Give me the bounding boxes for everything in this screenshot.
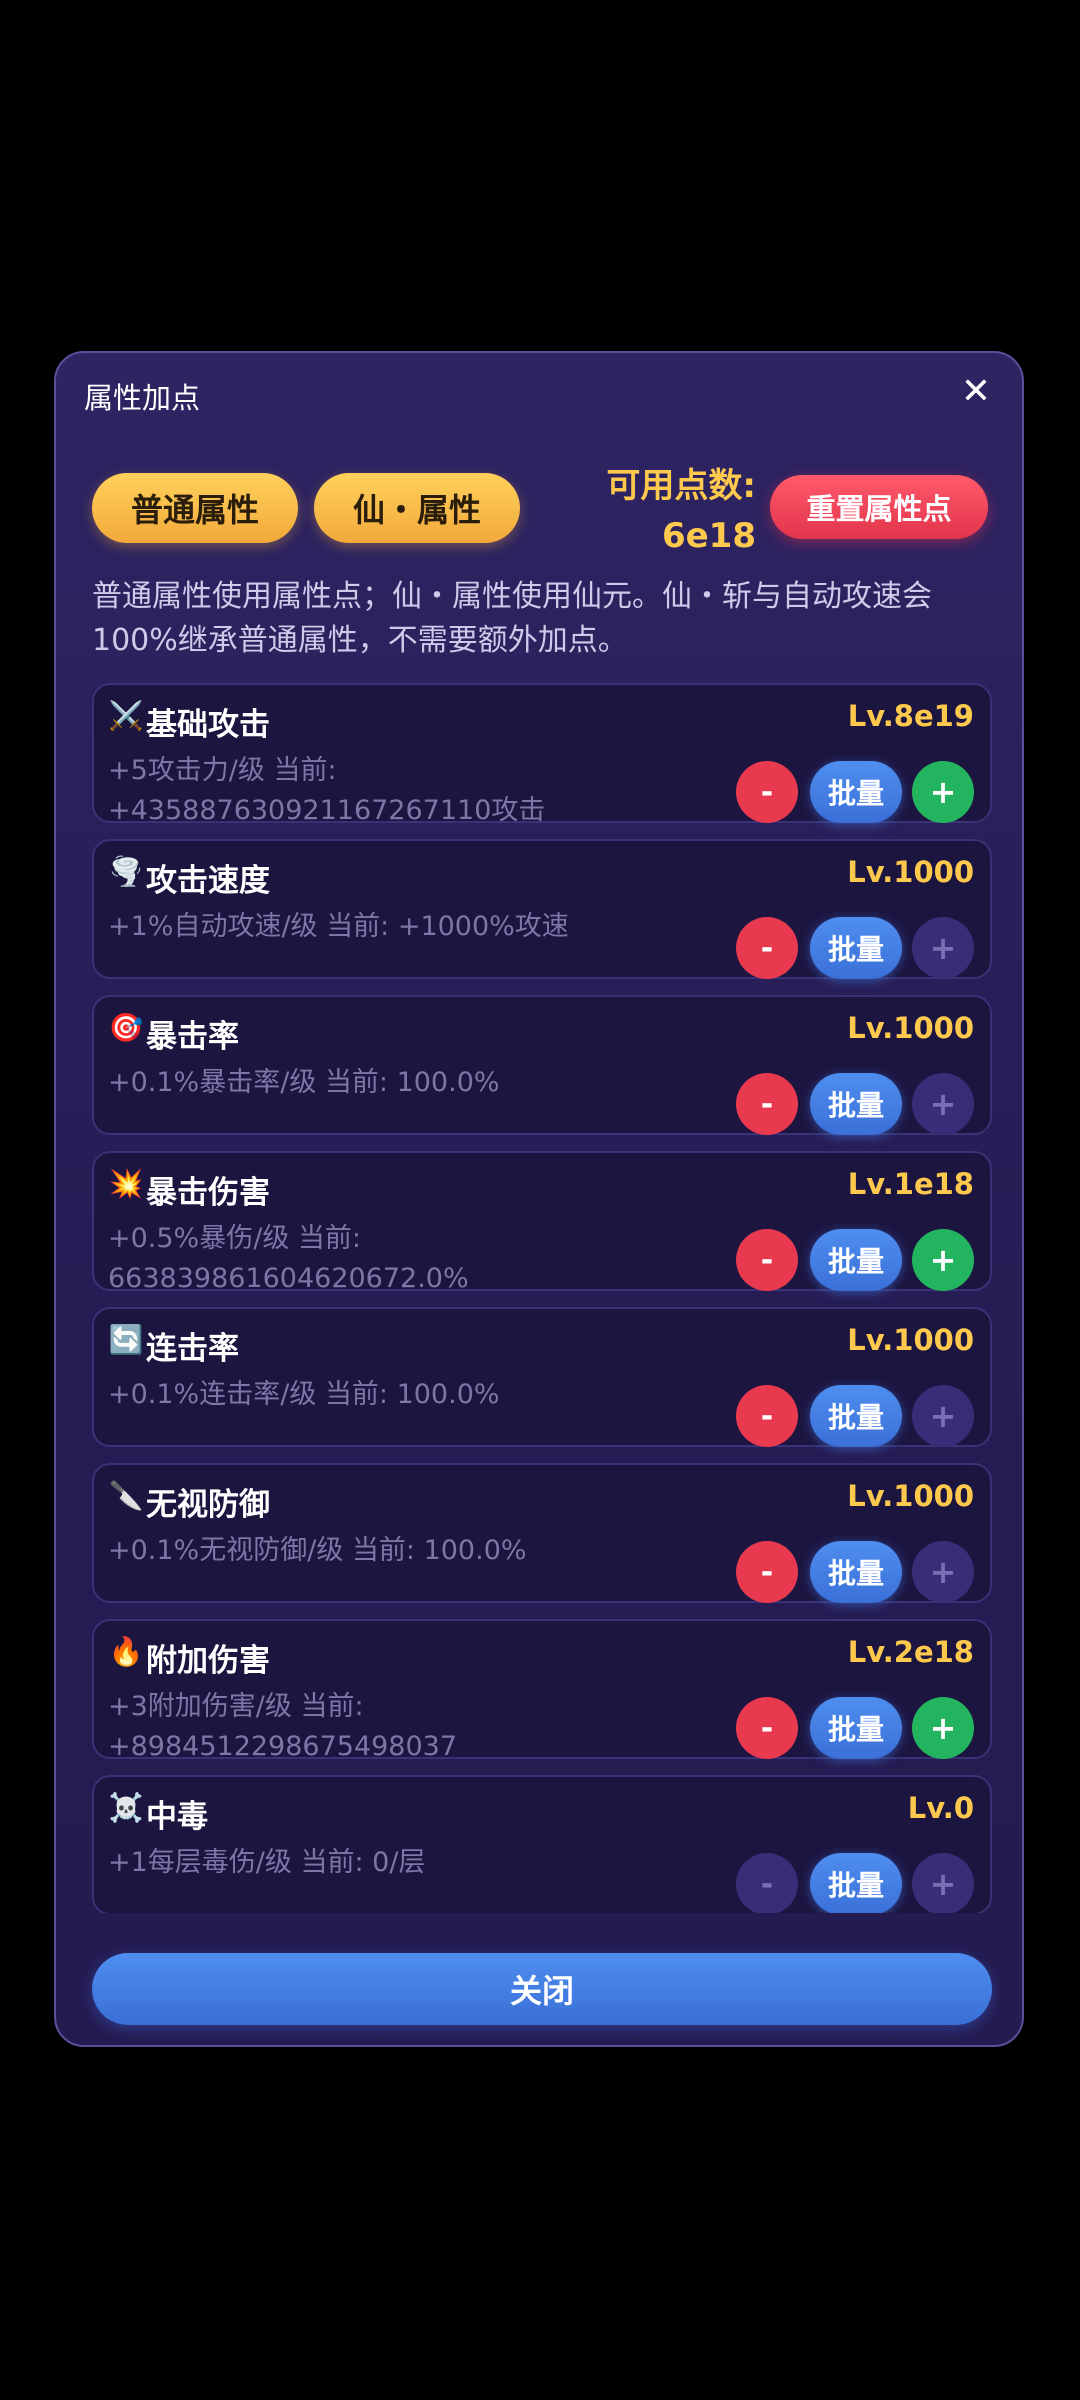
attribute-list[interactable]: ⚔️ 基础攻击 Lv.8e19 +5攻击力/级 当前: +43588763092116…: [92, 683, 992, 1913]
attribute-card: 🔥 附加伤害 Lv.2e18 +3附加伤害/级 当前: +89845122986754…: [92, 1619, 992, 1762]
attribute-info: +0.5%暴伤/级 当前: 663839861604620672.0%: [108, 1223, 469, 1294]
attribute-level: Lv.0: [907, 1791, 974, 1825]
attribute-name: 连击率: [146, 1331, 239, 1367]
batch-button[interactable]: 批量: [810, 1229, 902, 1291]
refresh-icon: 🔄: [108, 1323, 144, 1356]
increase-button[interactable]: +: [912, 1541, 974, 1603]
attribute-level: Lv.1e18: [847, 1167, 974, 1201]
attribute-name: 基础攻击: [146, 707, 270, 743]
batch-button[interactable]: 批量: [810, 1073, 902, 1135]
attribute-card: ⚔️ 基础攻击 Lv.8e19 +5攻击力/级 当前: +43588763092116…: [92, 683, 992, 826]
attribute-name: 暴击伤害: [146, 1175, 270, 1211]
available-points-value: 6e18: [661, 516, 756, 556]
attribute-level: Lv.1000: [847, 1323, 974, 1357]
decrease-button[interactable]: -: [736, 761, 798, 823]
close-icon[interactable]: ✕: [956, 371, 996, 412]
attribute-name: 附加伤害: [146, 1643, 270, 1679]
attribute-card: 🔄 连击率 Lv.1000 +0.1%连击率/级 当前: 100.0% - 批量 +: [92, 1307, 992, 1447]
attribute-card: 🔪 无视防御 Lv.1000 +0.1%无视防御/级 当前: 100.0% - 批量 +: [92, 1463, 992, 1603]
decrease-button[interactable]: -: [736, 1073, 798, 1135]
decrease-button[interactable]: -: [736, 1697, 798, 1759]
knife-icon: 🔪: [108, 1479, 144, 1512]
tab-normal-attributes[interactable]: 普通属性: [92, 473, 298, 543]
tab-immortal-attributes[interactable]: 仙・属性: [314, 473, 520, 543]
attribute-info: +3附加伤害/级 当前: +8984512298675498037: [108, 1691, 458, 1762]
increase-button[interactable]: +: [912, 1385, 974, 1447]
fire-icon: 🔥: [108, 1635, 144, 1668]
attribute-card: 💥 暴击伤害 Lv.1e18 +0.5%暴伤/级 当前: 66383986160462…: [92, 1151, 992, 1294]
decrease-button[interactable]: -: [736, 1229, 798, 1291]
attribute-level: Lv.1000: [847, 855, 974, 889]
decrease-button[interactable]: -: [736, 1541, 798, 1603]
batch-button[interactable]: 批量: [810, 761, 902, 823]
increase-button[interactable]: +: [912, 1073, 974, 1135]
attribute-name: 中毒: [146, 1799, 208, 1835]
attribute-card: 🎯 暴击率 Lv.1000 +0.1%暴击率/级 当前: 100.0% - 批量 +: [92, 995, 992, 1135]
tornado-icon: 🌪️: [108, 855, 144, 888]
target-icon: 🎯: [108, 1011, 144, 1044]
dialog-title: 属性加点: [84, 381, 201, 415]
batch-button[interactable]: 批量: [810, 1853, 902, 1913]
decrease-button[interactable]: -: [736, 1853, 798, 1913]
decrease-button[interactable]: -: [736, 1385, 798, 1447]
attribute-info: +1每层毒伤/级 当前: 0/层: [108, 1847, 426, 1878]
attribute-info: +1%自动攻速/级 当前: +1000%攻速: [108, 911, 569, 942]
attribute-card: 🌪️ 攻击速度 Lv.1000 +1%自动攻速/级 当前: +1000%攻速 - 批量 +: [92, 839, 992, 979]
attribute-points-dialog: 属性加点 ✕ 普通属性 仙・属性 可用点数: 6e18 重置属性点 普通属性使用…: [54, 351, 1024, 2047]
attribute-level: Lv.1000: [847, 1011, 974, 1045]
explosion-icon: 💥: [108, 1167, 144, 1200]
attribute-info: +5攻击力/级 当前: +435887630921167267110攻击: [108, 755, 546, 826]
attribute-info: +0.1%暴击率/级 当前: 100.0%: [108, 1067, 500, 1098]
increase-button[interactable]: +: [912, 1229, 974, 1291]
attribute-info: +0.1%连击率/级 当前: 100.0%: [108, 1379, 500, 1410]
attribute-card: ☠️ 中毒 Lv.0 +1每层毒伤/级 当前: 0/层 - 批量 +: [92, 1775, 992, 1913]
batch-button[interactable]: 批量: [810, 1541, 902, 1603]
increase-button[interactable]: +: [912, 1697, 974, 1759]
available-points: 可用点数: 6e18: [606, 461, 756, 561]
crossed-swords-icon: ⚔️: [108, 699, 144, 732]
increase-button[interactable]: +: [912, 1853, 974, 1913]
attribute-level: Lv.8e19: [847, 699, 974, 733]
increase-button[interactable]: +: [912, 917, 974, 979]
batch-button[interactable]: 批量: [810, 917, 902, 979]
attribute-name: 无视防御: [146, 1487, 270, 1523]
reset-attributes-button[interactable]: 重置属性点: [770, 475, 988, 539]
attribute-level: Lv.1000: [847, 1479, 974, 1513]
attribute-name: 攻击速度: [146, 863, 270, 899]
attribute-name: 暴击率: [146, 1019, 239, 1055]
decrease-button[interactable]: -: [736, 917, 798, 979]
attribute-info: +0.1%无视防御/级 当前: 100.0%: [108, 1535, 527, 1566]
skull-icon: ☠️: [108, 1791, 144, 1824]
description-text: 普通属性使用属性点；仙・属性使用仙元。仙・斩与自动攻速会100%继承普通属性，不…: [92, 579, 932, 658]
attribute-level: Lv.2e18: [847, 1635, 974, 1669]
batch-button[interactable]: 批量: [810, 1697, 902, 1759]
increase-button[interactable]: +: [912, 761, 974, 823]
close-button[interactable]: 关闭: [92, 1953, 992, 2025]
batch-button[interactable]: 批量: [810, 1385, 902, 1447]
available-points-label: 可用点数:: [606, 466, 756, 506]
